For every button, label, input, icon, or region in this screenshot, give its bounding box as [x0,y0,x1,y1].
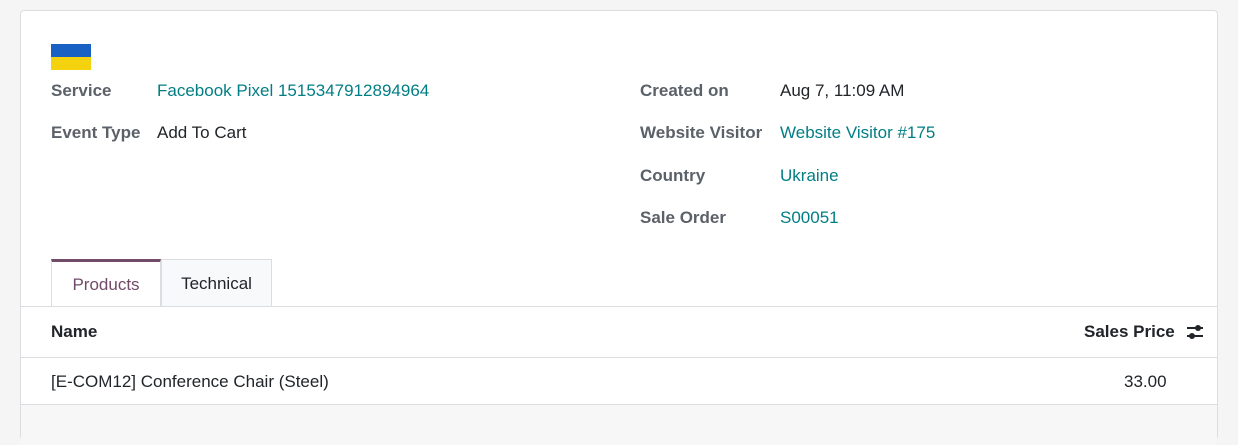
country-label: Country [640,166,706,185]
product-name-cell: [E-COM12] Conference Chair (Steel) [51,372,329,391]
created-on-value: Aug 7, 11:09 AM [780,81,905,100]
tab-products[interactable]: Products [51,259,161,307]
column-header-sales-price[interactable]: Sales Price [1084,322,1175,342]
website-visitor-label: Website Visitor [640,123,763,142]
table-header: Name Sales Price [21,307,1217,358]
country-link[interactable]: Ukraine [780,166,839,186]
created-on-label: Created on [640,81,729,100]
event-type-value: Add To Cart [157,123,247,142]
service-link[interactable]: Facebook Pixel 1515347912894964 [157,81,429,101]
sale-order-link[interactable]: S00051 [780,208,839,228]
ukraine-flag-icon [51,44,91,70]
table-row[interactable]: [E-COM12] Conference Chair (Steel) 33.00 [21,358,1217,405]
column-header-name[interactable]: Name [51,322,97,342]
form-sheet: Service Facebook Pixel 1515347912894964 … [20,10,1218,445]
service-label: Service [51,81,112,100]
website-visitor-link[interactable]: Website Visitor #175 [780,123,935,143]
sales-price-cell: 33.00 [1124,372,1167,391]
tab-technical[interactable]: Technical [161,259,272,307]
event-type-label: Event Type [51,123,141,142]
optional-columns-toggle-icon[interactable] [1184,321,1206,343]
table-footer-area [21,405,1217,445]
notebook-tabs: Products Technical [51,259,272,307]
sale-order-label: Sale Order [640,208,726,227]
